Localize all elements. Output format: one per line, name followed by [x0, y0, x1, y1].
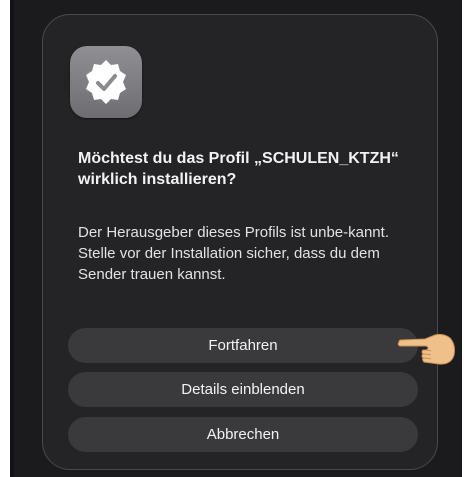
show-details-button[interactable]: Details einblenden: [68, 372, 418, 407]
continue-button[interactable]: Fortfahren: [68, 328, 418, 363]
pointing-hand-icon: [397, 333, 455, 365]
dialog-message: Der Herausgeber dieses Profils ist unbe-…: [78, 224, 389, 283]
cancel-button[interactable]: Abbrechen: [68, 417, 418, 452]
dialog-title: Möchtest du das Profil „SCHULEN_KTZH“ wi…: [78, 150, 399, 188]
window-edge: [10, 0, 14, 477]
verified-profile-icon: [70, 46, 142, 118]
